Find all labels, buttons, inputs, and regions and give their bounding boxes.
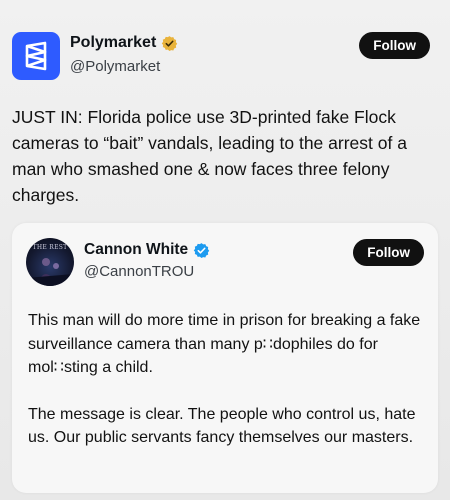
outer-handle[interactable]: @Polymarket <box>70 58 160 75</box>
outer-tweet-header: Polymarket @Polymarket Follow <box>12 28 438 84</box>
follow-button-cannon-white[interactable]: Follow <box>353 239 424 266</box>
avatar-figure-icon <box>26 258 74 286</box>
quoted-paragraph-1: This man will do more time in prison for… <box>28 312 421 376</box>
outer-tweet-text: JUST IN: Florida police use 3D-printed f… <box>12 107 407 205</box>
quoted-handle[interactable]: @CannonTROU <box>84 263 194 280</box>
quoted-tweet-card[interactable]: THE REST Cannon White @CannonTROU Follow… <box>12 223 438 493</box>
quoted-tweet-text: This man will do more time in prison for… <box>28 309 428 450</box>
polymarket-logo-icon <box>25 41 47 71</box>
verified-gold-badge-icon <box>162 35 178 51</box>
quoted-paragraph-2: The message is clear. The people who con… <box>28 405 416 447</box>
follow-button-polymarket[interactable]: Follow <box>359 32 430 59</box>
cannon-white-avatar[interactable]: THE REST <box>26 238 74 286</box>
quoted-name-row: Cannon White <box>84 241 210 259</box>
quoted-display-name[interactable]: Cannon White <box>84 241 188 259</box>
polymarket-avatar[interactable] <box>12 32 60 80</box>
screenshot-page: Polymarket @Polymarket Follow JUST IN: F… <box>0 0 450 500</box>
outer-name-row: Polymarket <box>70 34 178 52</box>
verified-blue-badge-icon <box>193 242 210 258</box>
outer-display-name[interactable]: Polymarket <box>70 34 156 52</box>
